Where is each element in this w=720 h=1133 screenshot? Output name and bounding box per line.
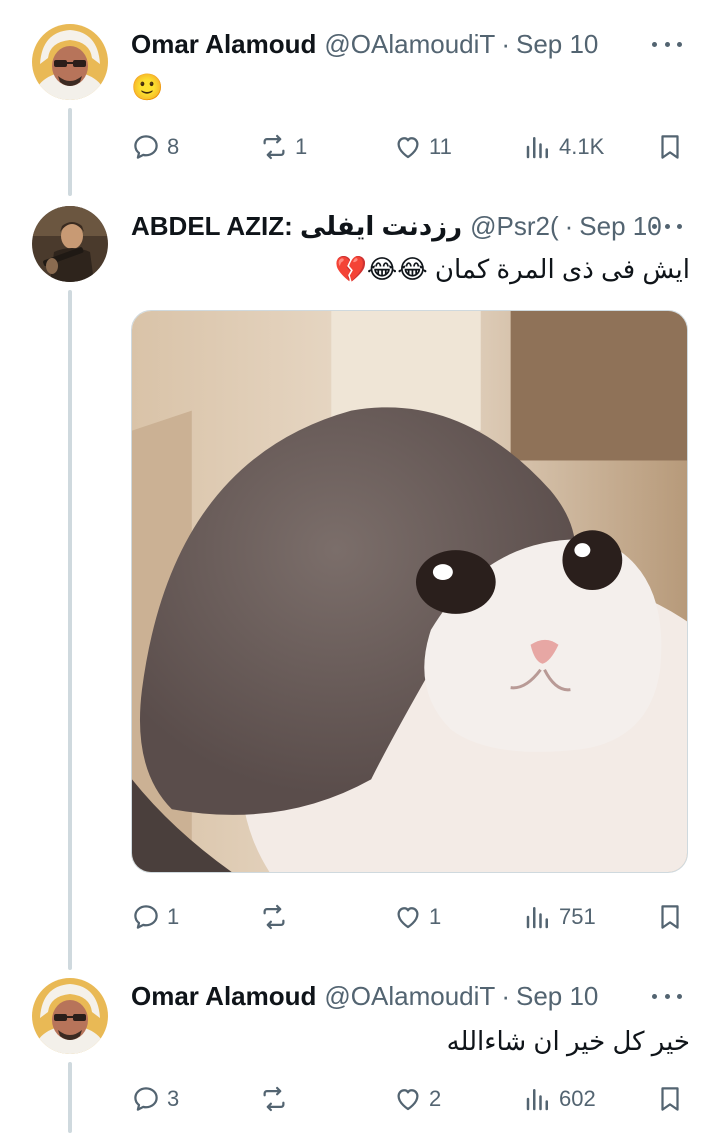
tweet-text: ايش فى ذى المرة كمان 😂😂💔	[334, 254, 690, 284]
like-icon	[397, 1089, 419, 1111]
tweet-text: 🙂	[131, 72, 164, 102]
separator-dot: ·	[564, 210, 574, 241]
separator-dot: ·	[501, 28, 510, 59]
retweet-icon	[263, 904, 285, 930]
views-button[interactable]: 602	[523, 1082, 596, 1116]
thread-line	[68, 1062, 72, 1133]
more-icon[interactable]	[652, 219, 682, 233]
bookmark-button[interactable]	[655, 900, 685, 934]
bookmark-icon	[661, 905, 679, 929]
like-button[interactable]: 2	[393, 1082, 441, 1116]
views-icon	[526, 1089, 548, 1111]
display-name[interactable]: Omar Alamoud	[131, 981, 316, 1012]
views-icon	[526, 137, 548, 159]
user-handle[interactable]: @Psr2(	[470, 211, 559, 242]
tweet-date[interactable]: Sep 10	[516, 29, 598, 60]
retweet-button[interactable]	[259, 1082, 295, 1116]
like-icon	[397, 137, 419, 159]
bookmark-icon	[661, 1087, 679, 1111]
display-name[interactable]: ABDEL AZIZ: رزدنت ايفلى	[131, 211, 462, 242]
reply-count: 1	[167, 904, 180, 929]
cat-photo	[132, 311, 687, 872]
action-bar: 3 2 602	[131, 1082, 691, 1116]
avatar[interactable]	[32, 24, 108, 100]
views-count: 4.1K	[559, 134, 605, 159]
tweet-image[interactable]	[131, 310, 688, 873]
views-button[interactable]: 4.1K	[523, 130, 604, 164]
tweet-header: Omar Alamoud @OAlamoudiT · Sep 10	[131, 979, 700, 1013]
thread-line	[68, 290, 72, 970]
reply-button[interactable]: 3	[131, 1082, 179, 1116]
like-count: 1	[429, 904, 442, 929]
like-icon	[397, 907, 419, 929]
tweet-date[interactable]: Sep 10	[579, 211, 661, 242]
tweet-text: خير كل خير ان شاءالله	[446, 1026, 690, 1056]
action-bar: 8 1 11 4.1K	[131, 130, 691, 164]
views-button[interactable]: 751	[523, 900, 596, 934]
views-count: 602	[559, 1086, 596, 1111]
more-icon[interactable]	[652, 37, 682, 51]
action-bar: 1 1 751	[131, 900, 691, 934]
reply-icon	[134, 135, 158, 159]
reply-count: 8	[167, 134, 180, 159]
user-handle[interactable]: @OAlamoudiT	[324, 29, 495, 60]
retweet-button[interactable]	[259, 900, 295, 934]
views-count: 751	[559, 904, 596, 929]
reply-button[interactable]: 1	[131, 900, 179, 934]
like-count: 11	[429, 134, 452, 159]
retweet-icon	[263, 1086, 285, 1112]
display-name[interactable]: Omar Alamoud	[131, 29, 316, 60]
bookmark-button[interactable]	[655, 130, 685, 164]
bookmark-button[interactable]	[655, 1082, 685, 1116]
retweet-count: 1	[295, 134, 308, 159]
avatar[interactable]	[32, 206, 108, 282]
retweet-icon	[263, 134, 285, 160]
like-button[interactable]: 11	[393, 130, 452, 164]
bookmark-icon	[661, 135, 679, 159]
tweet-header: Omar Alamoud @OAlamoudiT · Sep 10	[131, 27, 700, 61]
avatar[interactable]	[32, 978, 108, 1054]
reply-icon	[134, 1087, 158, 1111]
reply-icon	[134, 905, 158, 929]
separator-dot: ·	[501, 980, 510, 1011]
thread-line	[68, 108, 72, 196]
tweet-date[interactable]: Sep 10	[516, 981, 598, 1012]
views-icon	[526, 907, 548, 929]
retweet-button[interactable]: 1	[259, 130, 307, 164]
reply-count: 3	[167, 1086, 180, 1111]
tweet-header: ABDEL AZIZ: رزدنت ايفلى @Psr2( · Sep 10	[131, 209, 700, 243]
more-icon[interactable]	[652, 989, 682, 1003]
like-count: 2	[429, 1086, 442, 1111]
reply-button[interactable]: 8	[131, 130, 179, 164]
user-handle[interactable]: @OAlamoudiT	[324, 981, 495, 1012]
like-button[interactable]: 1	[393, 900, 441, 934]
